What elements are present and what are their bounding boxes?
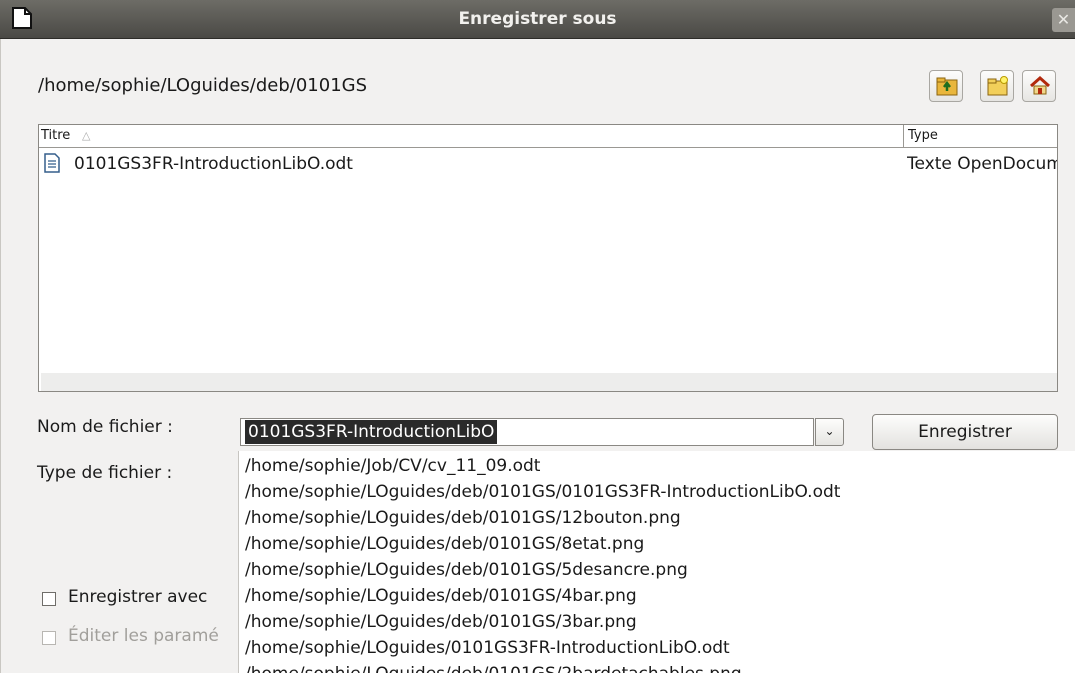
home-icon: [1030, 76, 1050, 95]
dialog-left-border: [0, 39, 1, 673]
folder-up-icon: [936, 77, 958, 96]
filename-label: Nom de fichier :: [37, 414, 173, 440]
home-button[interactable]: [1022, 70, 1056, 102]
column-header-title[interactable]: Titre: [41, 126, 70, 146]
edit-filter-settings-checkbox: [42, 631, 56, 645]
chevron-down-icon: ⌄: [824, 424, 835, 438]
autocomplete-item[interactable]: /home/sophie/LOguides/deb/0101GS/0101GS3…: [245, 479, 840, 505]
filename-history-dropdown-button[interactable]: ⌄: [815, 418, 844, 446]
new-folder-button[interactable]: [980, 70, 1014, 102]
autocomplete-item[interactable]: /home/sophie/LOguides/deb/0101GS/4bar.pn…: [245, 583, 840, 609]
window-title: Enregistrer sous: [458, 9, 617, 29]
column-header-type[interactable]: Type: [908, 126, 938, 146]
filename-label-text: Nom de fichier :: [37, 417, 173, 437]
file-row-name[interactable]: 0101GS3FR-IntroductionLibO.odt: [74, 152, 353, 176]
current-path: /home/sophie/LOguides/deb/0101GS: [38, 75, 368, 96]
sort-ascending-icon: △: [82, 129, 91, 142]
new-folder-icon: [987, 76, 1008, 96]
file-row-type: Texte OpenDocument: [907, 154, 1057, 174]
autocomplete-item[interactable]: /home/sophie/LOguides/deb/0101GS/12bouto…: [245, 505, 840, 531]
folder-up-button[interactable]: [929, 70, 963, 102]
autocomplete-item[interactable]: /home/sophie/LOguides/deb/0101GS/8etat.p…: [245, 531, 840, 557]
autocomplete-list: /home/sophie/Job/CV/cv_11_09.odt/home/so…: [245, 453, 840, 673]
autocomplete-item[interactable]: /home/sophie/Job/CV/cv_11_09.odt: [245, 453, 840, 479]
edit-filter-settings-label: Éditer les paramé: [68, 626, 219, 646]
save-button[interactable]: Enregistrer: [872, 414, 1058, 450]
close-button[interactable]: ✕: [1052, 8, 1075, 32]
save-with-password-label[interactable]: Enregistrer avec: [68, 584, 207, 610]
autocomplete-item[interactable]: /home/sophie/LOguides/deb/0101GS/2bardet…: [245, 661, 840, 673]
autocomplete-item[interactable]: /home/sophie/LOguides/0101GS3FR-Introduc…: [245, 635, 840, 661]
save-with-password-checkbox[interactable]: [42, 592, 56, 606]
filename-input-value[interactable]: 0101GS3FR-IntroductionLibO: [245, 420, 498, 444]
autocomplete-item[interactable]: /home/sophie/LOguides/deb/0101GS/3bar.pn…: [245, 609, 840, 635]
text-cursor: [545, 421, 546, 443]
text-document-icon: [43, 153, 61, 178]
autocomplete-item[interactable]: /home/sophie/LOguides/deb/0101GS/5desanc…: [245, 557, 840, 583]
filetype-label: Type de fichier :: [37, 463, 173, 483]
filename-autocomplete-popup[interactable]: /home/sophie/Job/CV/cv_11_09.odt/home/so…: [238, 451, 1075, 673]
horizontal-scrollbar[interactable]: [41, 373, 1057, 391]
file-list-header: [39, 125, 1057, 148]
column-divider[interactable]: [903, 125, 904, 148]
